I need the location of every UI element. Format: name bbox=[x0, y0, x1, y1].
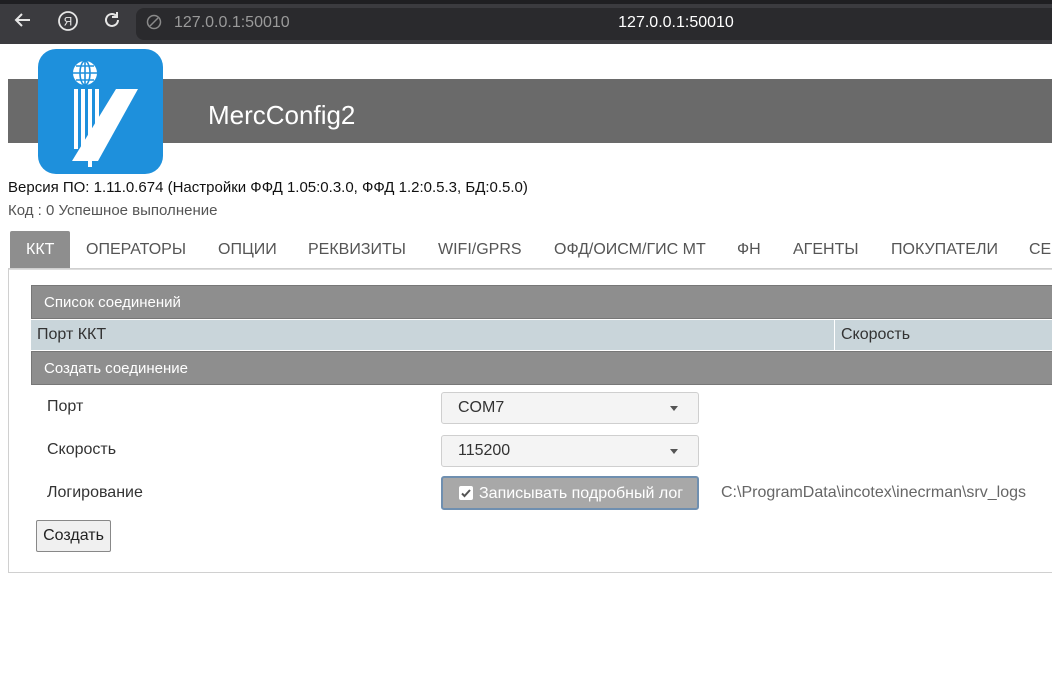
column-port[interactable]: Порт ККТ bbox=[37, 326, 106, 344]
port-select[interactable]: COM7 bbox=[441, 392, 699, 424]
tab-more[interactable]: СЕ bbox=[1013, 231, 1052, 268]
address-url[interactable]: 127.0.0.1:50010 bbox=[174, 14, 290, 32]
tab-ofd[interactable]: ОФД/ОИСМ/ГИС МТ bbox=[538, 231, 722, 268]
tab-requisites[interactable]: РЕКВИЗИТЫ bbox=[292, 231, 422, 268]
browser-tab-strip bbox=[0, 0, 1052, 4]
detailed-log-label: Записывать подробный лог bbox=[479, 485, 684, 502]
logging-label: Логирование bbox=[47, 484, 143, 501]
tab-wifi-gprs[interactable]: WIFI/GPRS bbox=[422, 231, 538, 268]
connections-table-header: Порт ККТ Скорость bbox=[31, 320, 1052, 350]
tab-agents[interactable]: АГЕНТЫ bbox=[777, 231, 875, 268]
app-title: MercConfig2 bbox=[208, 100, 356, 130]
checkbox-checked-icon[interactable] bbox=[459, 486, 473, 500]
chevron-down-icon bbox=[670, 449, 678, 454]
create-connection-header[interactable]: Создать соединение bbox=[31, 351, 1052, 385]
tab-kkt[interactable]: ККТ bbox=[10, 231, 71, 268]
arrow-left-icon[interactable] bbox=[10, 10, 36, 36]
connections-list-header[interactable]: Список соединений bbox=[31, 285, 1052, 319]
incotex-logo bbox=[38, 49, 163, 174]
port-select-value: COM7 bbox=[458, 399, 505, 416]
log-path: C:\ProgramData\incotex\inecrman\srv_logs bbox=[721, 484, 1027, 501]
speed-label: Скорость bbox=[47, 441, 117, 458]
create-button[interactable]: Создать bbox=[36, 520, 111, 552]
port-label: Порт bbox=[47, 398, 84, 415]
status-message: Код : 0 Успешное выполнение bbox=[8, 202, 218, 219]
column-speed[interactable]: Скорость bbox=[841, 326, 910, 344]
version-info: Версия ПО: 1.11.0.674 (Настройки ФФД 1.0… bbox=[8, 179, 528, 196]
svg-text:Я: Я bbox=[64, 15, 73, 29]
app-header bbox=[8, 79, 1052, 143]
speed-select-value: 115200 bbox=[458, 442, 511, 459]
column-divider bbox=[834, 320, 835, 350]
detailed-log-toggle[interactable]: Записывать подробный лог bbox=[441, 476, 699, 510]
tab-buyers[interactable]: ПОКУПАТЕЛИ bbox=[875, 231, 1014, 268]
main-tabs: ККТ ОПЕРАТОРЫ ОПЦИИ РЕКВИЗИТЫ WIFI/GPRS … bbox=[8, 231, 1052, 270]
reload-icon[interactable] bbox=[99, 10, 125, 36]
tab-options[interactable]: ОПЦИИ bbox=[202, 231, 293, 268]
yandex-icon[interactable]: Я bbox=[55, 10, 81, 36]
speed-select[interactable]: 115200 bbox=[441, 435, 699, 467]
chevron-down-icon bbox=[670, 406, 678, 411]
tab-operators[interactable]: ОПЕРАТОРЫ bbox=[70, 231, 202, 268]
site-info-icon[interactable] bbox=[146, 14, 162, 30]
tab-fn[interactable]: ФН bbox=[721, 231, 777, 268]
